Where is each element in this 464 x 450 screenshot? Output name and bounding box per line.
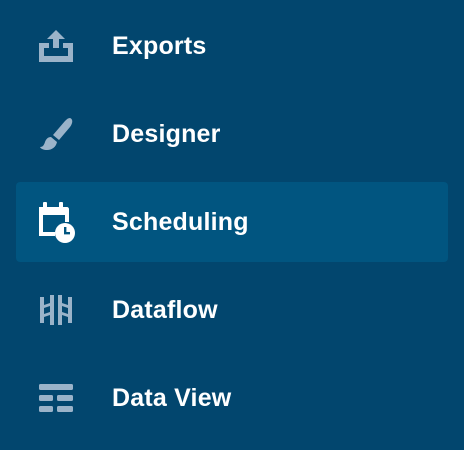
sidebar-item-label: Scheduling [112,207,249,236]
sidebar-nav: Exports Designer Scheduling Dataflow Dat… [0,0,464,450]
sidebar-item-label: Dataflow [112,295,218,324]
paintbrush-icon [34,112,78,156]
dataflow-icon [34,288,78,332]
sidebar-item-label: Designer [112,119,221,148]
sidebar-item-scheduling[interactable]: Scheduling [16,182,448,262]
table-view-icon [34,376,78,420]
sidebar-item-data-view[interactable]: Data View [16,358,448,438]
upload-icon [34,24,78,68]
sidebar-item-designer[interactable]: Designer [16,94,448,174]
calendar-clock-icon [34,200,78,244]
sidebar-item-label: Data View [112,383,232,412]
sidebar-item-dataflow[interactable]: Dataflow [16,270,448,350]
sidebar-item-exports[interactable]: Exports [16,6,448,86]
sidebar-item-label: Exports [112,31,207,60]
